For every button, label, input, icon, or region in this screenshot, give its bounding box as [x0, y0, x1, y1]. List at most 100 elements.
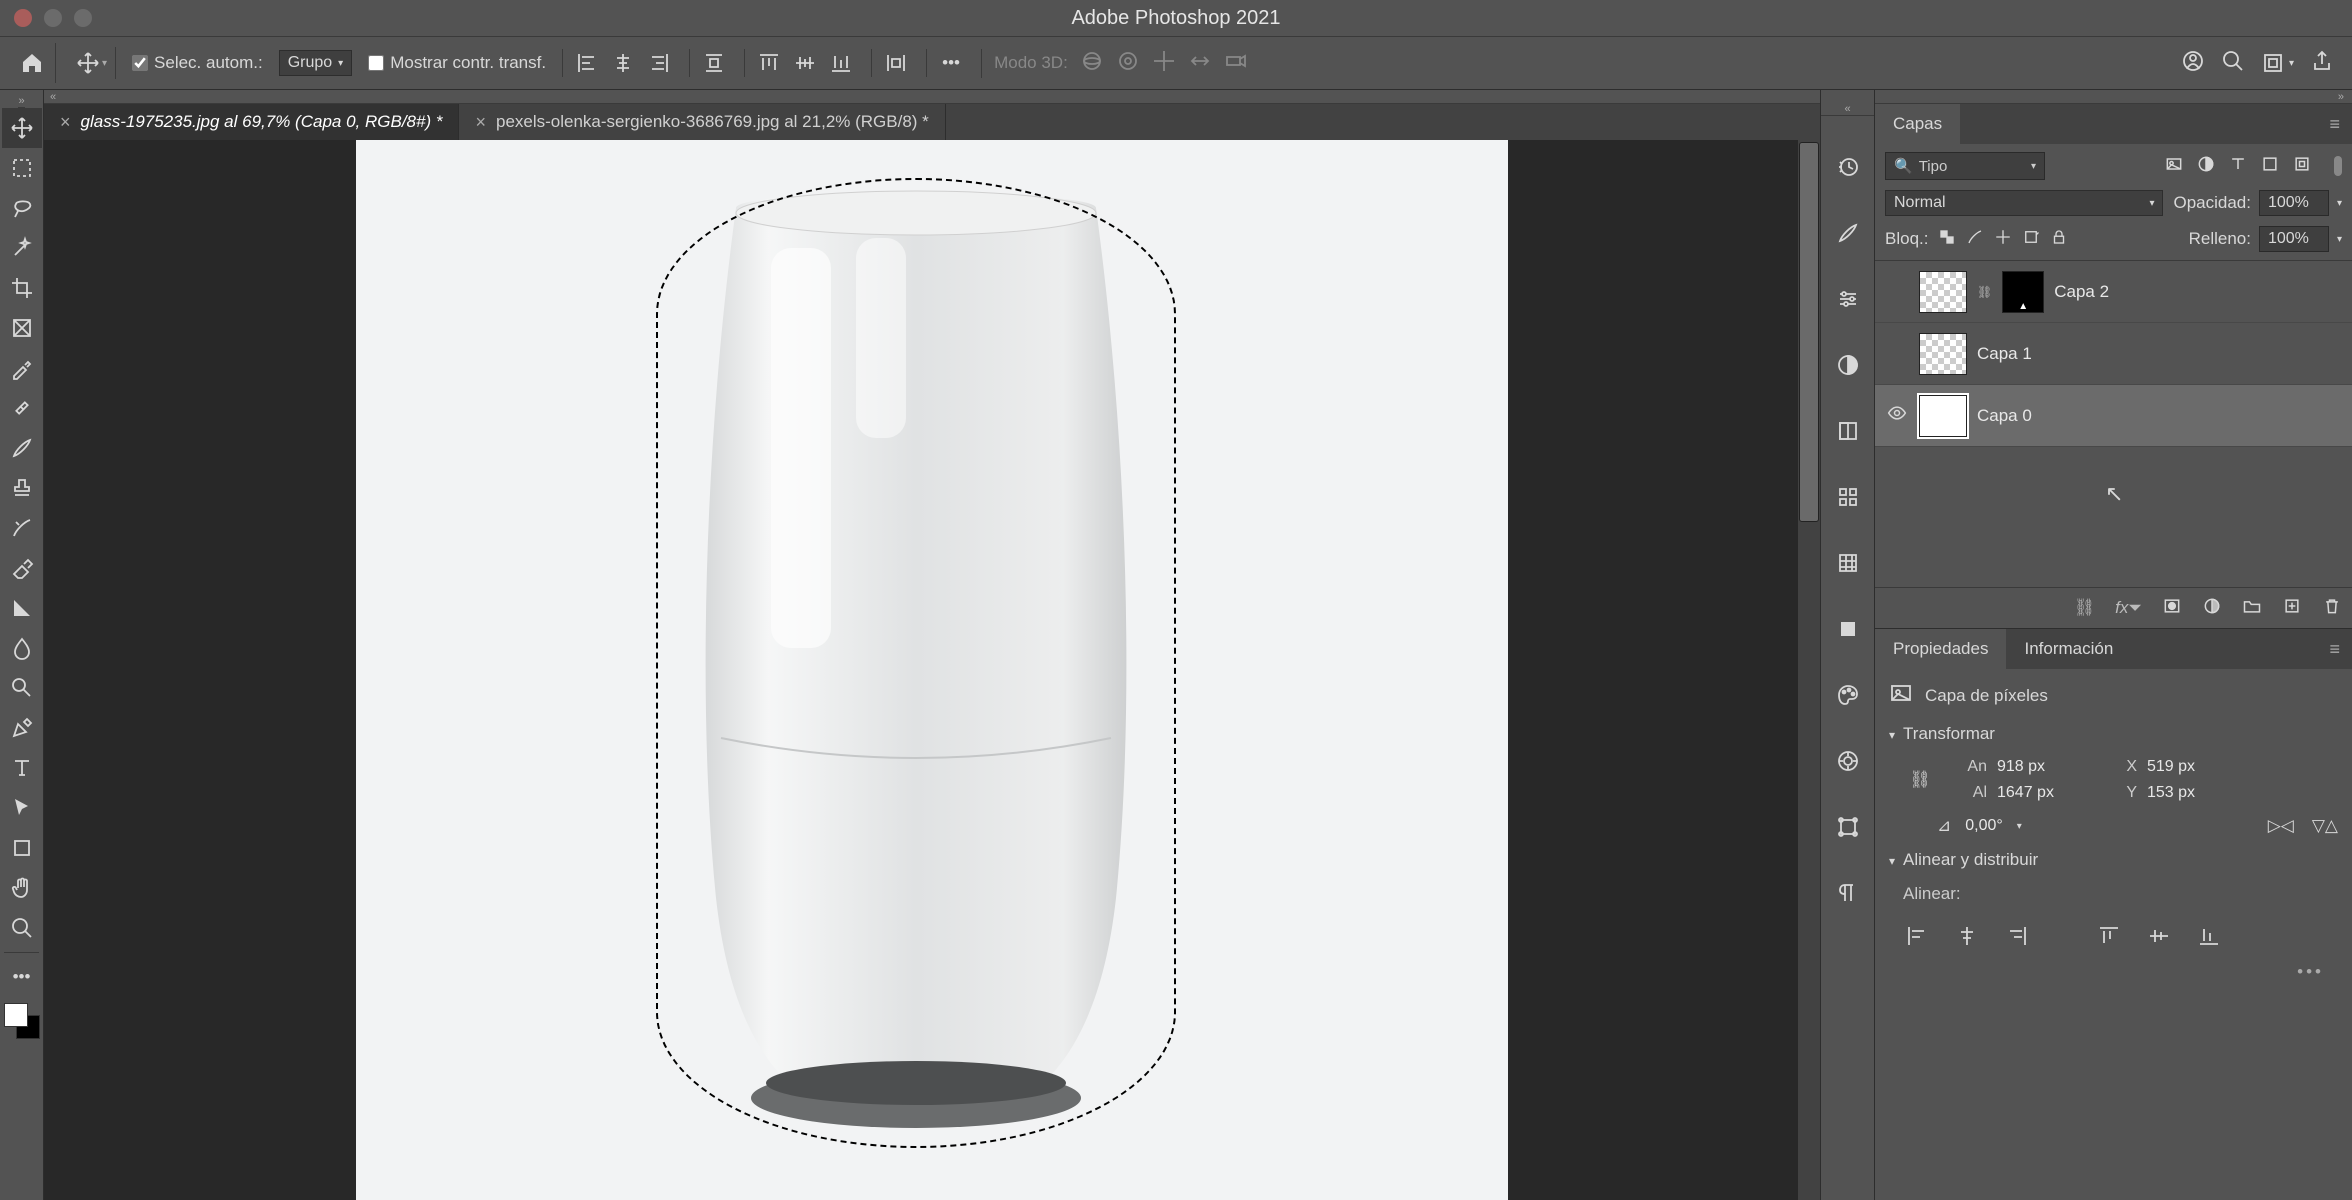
mask-link-icon[interactable]: ⛓ [1977, 285, 1992, 299]
layer-name-label[interactable]: Capa 1 [1977, 344, 2032, 364]
align-top-icon[interactable] [755, 49, 783, 77]
color-swatches[interactable] [4, 1003, 40, 1039]
layer-name-label[interactable]: Capa 0 [1977, 406, 2032, 426]
magic-wand-tool[interactable] [2, 228, 42, 268]
brush-tool[interactable] [2, 428, 42, 468]
frame-tool[interactable] [2, 308, 42, 348]
more-options-icon[interactable]: ••• [937, 49, 965, 77]
opacity-input[interactable]: 100% [2259, 190, 2329, 216]
fill-input[interactable]: 100% [2259, 226, 2329, 252]
brushes-panel-icon[interactable] [1833, 218, 1863, 248]
path-select-tool[interactable] [2, 788, 42, 828]
minimize-window-button[interactable] [44, 9, 62, 27]
distribute-v-icon[interactable] [882, 49, 910, 77]
eyedropper-tool[interactable] [2, 348, 42, 388]
blend-mode-select[interactable]: Normal▾ [1885, 190, 2163, 216]
filter-shape-icon[interactable] [2260, 154, 2280, 179]
align-center-h-icon[interactable] [609, 49, 637, 77]
align-bottom-button[interactable] [2195, 924, 2223, 948]
canvas-scrollbar-v[interactable] [1798, 140, 1820, 1200]
link-wh-button[interactable]: ⛓ [1903, 770, 1937, 790]
zoom-tool[interactable] [2, 908, 42, 948]
properties-tab[interactable]: Propiedades [1875, 629, 2006, 669]
close-tab-icon[interactable]: × [60, 112, 71, 133]
lock-image-icon[interactable] [1966, 228, 1984, 251]
active-tool-indicator[interactable]: ▾ [68, 47, 116, 79]
layers-empty-area[interactable]: ↖ [1875, 447, 2352, 587]
align-middle-v-icon[interactable] [791, 49, 819, 77]
blur-tool[interactable] [2, 628, 42, 668]
3d-roll-icon[interactable] [1116, 49, 1140, 78]
3d-orbit-icon[interactable] [1080, 49, 1104, 78]
move-tool[interactable] [2, 108, 42, 148]
stamp-tool[interactable] [2, 468, 42, 508]
layers-tab[interactable]: Capas [1875, 104, 1960, 144]
flip-vertical-button[interactable]: ▽△ [2312, 816, 2338, 836]
libraries-panel-icon[interactable] [1833, 416, 1863, 446]
filter-type-icon[interactable] [2228, 154, 2248, 179]
y-input[interactable]: 153 px [2147, 784, 2237, 802]
cloud-docs-icon[interactable] [2181, 49, 2205, 78]
panels-collapse-top[interactable]: » [1875, 90, 2352, 104]
width-input[interactable]: 918 px [1997, 758, 2087, 776]
maximize-window-button[interactable] [74, 9, 92, 27]
align-hcenter-button[interactable] [1953, 924, 1981, 948]
layer-style-button[interactable]: fx⏷ [2115, 598, 2142, 618]
layer-thumbnail[interactable] [1919, 271, 1967, 313]
align-bottom-icon[interactable] [827, 49, 855, 77]
fill-chevron[interactable]: ▾ [2337, 234, 2342, 245]
transform-panel-icon[interactable] [1833, 812, 1863, 842]
3d-camera-icon[interactable] [1224, 49, 1248, 78]
auto-select-checkbox[interactable]: Selec. autom.: [122, 53, 273, 73]
close-window-button[interactable] [14, 9, 32, 27]
new-layer-button[interactable] [2282, 596, 2302, 621]
align-left-button[interactable] [1903, 924, 1931, 948]
canvas-area[interactable] [44, 140, 1820, 1200]
filter-pixel-icon[interactable] [2164, 154, 2184, 179]
opacity-chevron[interactable]: ▾ [2337, 198, 2342, 209]
rotation-input[interactable]: 0,00° [1965, 817, 2003, 835]
filter-toggle[interactable] [2334, 156, 2342, 176]
search-button[interactable] [2221, 49, 2245, 78]
left-collapse-handle[interactable]: « [44, 90, 1820, 104]
layers-panel-menu[interactable]: ≡ [2329, 114, 2352, 135]
lock-position-icon[interactable] [1994, 228, 2012, 251]
foreground-color[interactable] [4, 1003, 28, 1027]
info-tab[interactable]: Información [2006, 629, 2131, 669]
pen-tool[interactable] [2, 708, 42, 748]
align-section-header[interactable]: Alinear y distribuir [1889, 850, 2338, 870]
height-input[interactable]: 1647 px [1997, 784, 2087, 802]
align-right-icon[interactable] [645, 49, 673, 77]
layer-name-label[interactable]: Capa 2 [2054, 282, 2109, 302]
gradient-tool[interactable] [2, 588, 42, 628]
delete-layer-button[interactable] [2322, 596, 2342, 621]
dodge-tool[interactable] [2, 668, 42, 708]
show-transform-checkbox[interactable]: Mostrar contr. transf. [358, 53, 556, 73]
3d-slide-icon[interactable] [1188, 49, 1212, 78]
filter-adjust-icon[interactable] [2196, 154, 2216, 179]
x-input[interactable]: 519 px [2147, 758, 2237, 776]
mask-button[interactable] [2162, 596, 2182, 621]
lock-transparency-icon[interactable] [1938, 228, 1956, 251]
align-vcenter-button[interactable] [2145, 924, 2173, 948]
history-panel-icon[interactable] [1833, 152, 1863, 182]
layer-row[interactable]: ⛓ ▲ Capa 2 [1875, 261, 2352, 323]
character-panel-icon[interactable] [1833, 746, 1863, 776]
layer-row[interactable]: Capa 1 [1875, 323, 2352, 385]
document-canvas[interactable] [356, 140, 1508, 1200]
more-align-button[interactable]: ••• [1889, 962, 2338, 982]
shape-tool[interactable] [2, 828, 42, 868]
flip-horizontal-button[interactable]: ▷◁ [2268, 816, 2294, 836]
type-tool[interactable] [2, 748, 42, 788]
gradient-panel-icon[interactable] [1833, 614, 1863, 644]
align-right-button[interactable] [2003, 924, 2031, 948]
healing-tool[interactable] [2, 388, 42, 428]
document-tab-2[interactable]: × pexels-olenka-sergienko-3686769.jpg al… [459, 104, 945, 140]
adjustments-panel-icon[interactable] [1833, 284, 1863, 314]
layer-mask-thumbnail[interactable]: ▲ [2002, 271, 2044, 313]
align-top-button[interactable] [2095, 924, 2123, 948]
layer-thumbnail[interactable] [1919, 333, 1967, 375]
layer-row[interactable]: Capa 0 [1875, 385, 2352, 447]
dock-collapse-top[interactable]: « [1821, 102, 1874, 116]
swatches-panel-icon[interactable] [1833, 680, 1863, 710]
